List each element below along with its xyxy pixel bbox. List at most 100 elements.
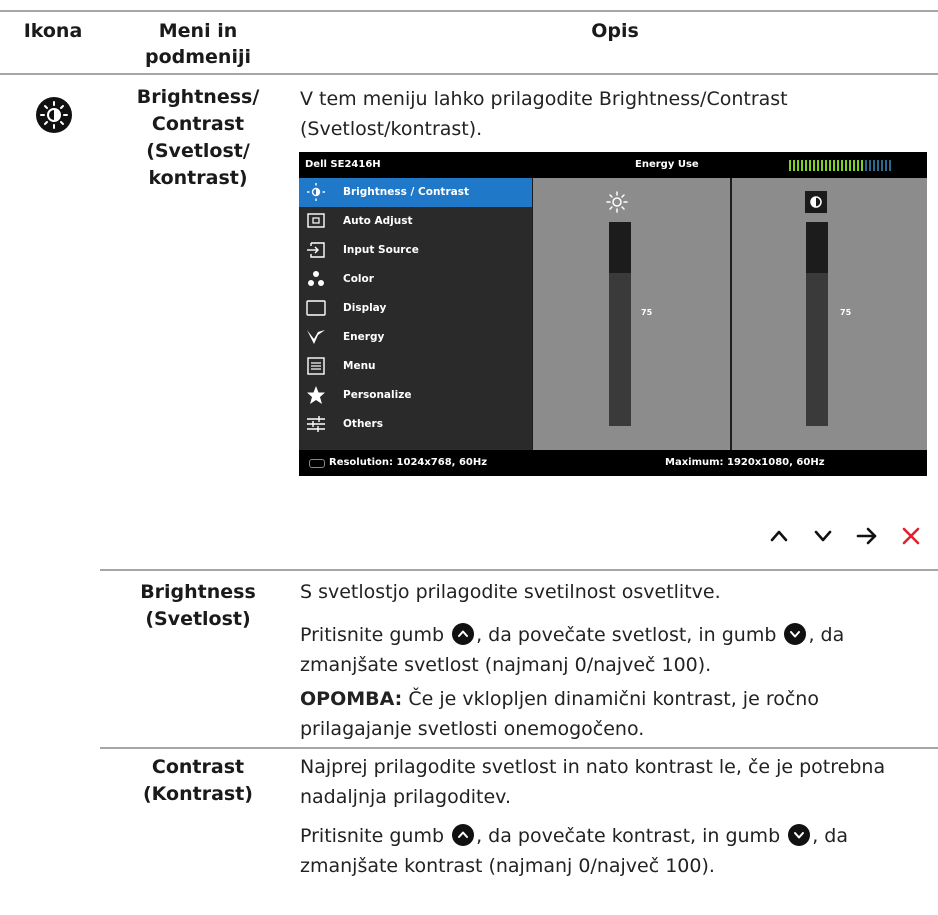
energy-meter-bar (837, 160, 839, 171)
contrast-pane: 75 (732, 178, 927, 450)
row-brightness-p1: S svetlostjo prilagodite svetilnost osve… (300, 581, 721, 603)
osd-menu-label: Menu (343, 360, 376, 372)
brightness-slider-empty (609, 222, 631, 273)
right-arrow-icon[interactable] (849, 518, 885, 554)
energy-meter (789, 160, 891, 171)
osd-menu-label: Input Source (343, 244, 419, 256)
header-icon: Ikona (23, 20, 83, 42)
up-icon[interactable] (761, 518, 797, 554)
brightness-slider[interactable] (609, 222, 631, 426)
down-button-icon (784, 623, 807, 645)
osd-menu-label: Auto Adjust (343, 215, 413, 227)
energy-meter-bar (889, 160, 891, 171)
energy-meter-bar (829, 160, 831, 171)
contrast-value: 75 (840, 308, 852, 317)
brightness-small-icon (606, 191, 628, 213)
osd-menu-label: Brightness / Contrast (343, 186, 469, 198)
energy-meter-bar (865, 160, 867, 171)
row-brightness-p2: Pritisnite gumb , da povečate svetlost, … (300, 620, 925, 680)
energy-meter-bar (841, 160, 843, 171)
brightness-icon (305, 182, 327, 202)
osd-menu-label: Others (343, 418, 383, 430)
row-contrast-name: Contrast (Kontrast) (142, 756, 253, 805)
energy-meter-bar (789, 160, 791, 171)
osd-menu-item[interactable]: Color (299, 265, 532, 294)
osd-energy-label: Energy Use (635, 159, 699, 170)
brightness-increase-text: , da povečate svetlost, in gumb (476, 624, 777, 646)
up-button-icon (452, 623, 475, 645)
osd-menu-item[interactable]: Auto Adjust (299, 207, 532, 236)
osd-menu-label: Color (343, 273, 374, 285)
osd-maximum: Maximum: 1920x1080, 60Hz (665, 457, 825, 468)
energy-meter-bar (813, 160, 815, 171)
row-brightness-name: Brightness (Svetlost) (140, 581, 256, 630)
header-menu: Meni in podmeniji (144, 20, 251, 68)
row-brightness-contrast-name: Brightness/ Contrast (Svetlost/ kontrast… (136, 86, 260, 189)
energy-meter-bar (833, 160, 835, 171)
star-icon (305, 385, 327, 405)
energy-meter-bar (861, 160, 863, 171)
osd-menu-label: Personalize (343, 389, 412, 401)
energy-meter-bar (809, 160, 811, 171)
row-brightness-contrast-desc: V tem meniju lahko prilagodite Brightnes… (300, 88, 788, 140)
row3-rule (100, 747, 938, 749)
energy-meter-bar (793, 160, 795, 171)
up-button-icon (452, 824, 475, 846)
energy-meter-bar (857, 160, 859, 171)
osd-menu-item[interactable]: Display (299, 294, 532, 323)
brightness-icon (36, 97, 72, 133)
energy-meter-bar (885, 160, 887, 171)
osd-menu-item[interactable]: Input Source (299, 236, 532, 265)
energy-meter-bar (805, 160, 807, 171)
brightness-press-text: Pritisnite gumb (300, 624, 445, 646)
osd-menu-item[interactable]: Others (299, 410, 532, 439)
color-icon (305, 269, 327, 289)
energy-meter-bar (877, 160, 879, 171)
osd-menu-item[interactable]: Brightness / Contrast (299, 178, 532, 207)
header-rule (0, 73, 938, 75)
brightness-pane: 75 (533, 178, 730, 450)
energy-meter-bar (853, 160, 855, 171)
energy-icon (305, 327, 327, 347)
osd-menu-label: Display (343, 302, 387, 314)
contrast-slider-empty (806, 222, 828, 273)
down-icon[interactable] (805, 518, 841, 554)
contrast-press-text: Pritisnite gumb (300, 825, 445, 847)
header-desc: Opis (591, 20, 639, 42)
energy-meter-bar (821, 160, 823, 171)
monitor-icon (309, 459, 325, 468)
others-icon (305, 414, 327, 434)
energy-meter-bar (869, 160, 871, 171)
close-icon[interactable] (893, 518, 929, 554)
osd-header: Dell SE2416H Energy Use (299, 152, 927, 178)
energy-meter-bar (849, 160, 851, 171)
osd-sidebar: Brightness / Contrast Auto Adjust Input So… (299, 178, 532, 450)
row-contrast-p1: Najprej prilagodite svetlost in nato kon… (300, 756, 886, 808)
osd-resolution: Resolution: 1024x768, 60Hz (329, 457, 488, 468)
osd-model: Dell SE2416H (305, 159, 381, 170)
note-label: OPOMBA: (300, 688, 403, 710)
contrast-slider[interactable] (806, 222, 828, 426)
osd-menu-item[interactable]: Energy (299, 323, 532, 352)
contrast-small-icon (805, 191, 827, 213)
osd-menu-item[interactable]: Menu (299, 352, 532, 381)
energy-meter-bar (801, 160, 803, 171)
energy-meter-bar (825, 160, 827, 171)
energy-meter-bar (817, 160, 819, 171)
contrast-increase-text: , da povečate kontrast, in gumb (476, 825, 781, 847)
osd-menu-item[interactable]: Personalize (299, 381, 532, 410)
row-contrast-p2: Pritisnite gumb , da povečate kontrast, … (300, 821, 925, 881)
top-rule (0, 10, 938, 12)
display-icon (305, 298, 327, 318)
osd-menu-label: Energy (343, 331, 385, 343)
row-brightness-note: OPOMBA: Če je vklopljen dinamični kontra… (300, 684, 920, 744)
input-source-icon (305, 240, 327, 260)
menu-icon (305, 356, 327, 376)
osd-footer: Resolution: 1024x768, 60Hz Maximum: 1920… (299, 450, 927, 476)
energy-meter-bar (873, 160, 875, 171)
osd-menu: Dell SE2416H Energy Use Brightness / Con… (299, 152, 927, 476)
row2-rule (100, 569, 938, 571)
down-button-icon (788, 824, 811, 846)
brightness-value: 75 (641, 308, 653, 317)
energy-meter-bar (797, 160, 799, 171)
